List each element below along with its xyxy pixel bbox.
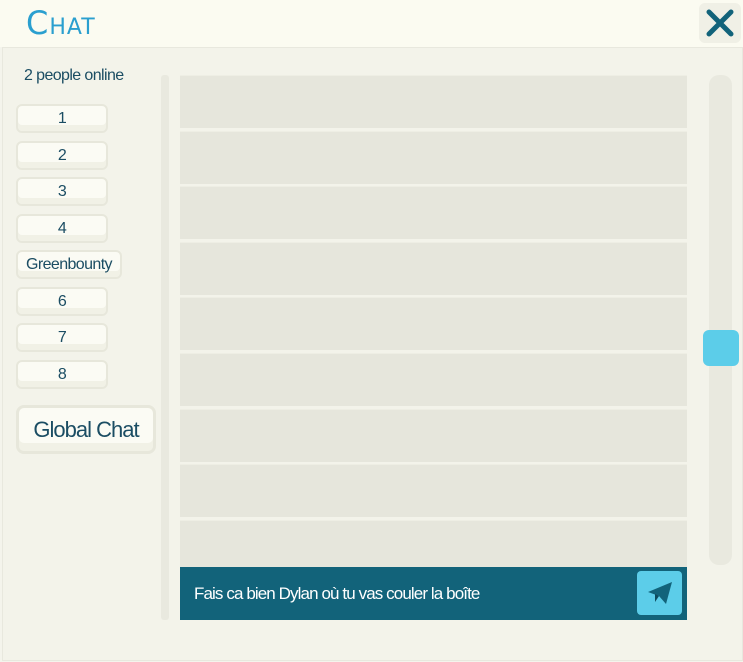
room-button-4[interactable]: 4 [16,214,108,243]
paper-plane-icon [647,582,672,604]
close-icon [706,9,734,37]
room-button-7[interactable]: 7 [16,323,108,352]
online-count: 2 people online [24,67,124,84]
room-button-8[interactable]: 8 [16,360,108,389]
room-button-2[interactable]: 2 [16,141,108,170]
message-list [180,75,687,573]
message-row [180,408,687,462]
room-button-3[interactable]: 3 [16,177,108,206]
message-row [180,241,687,295]
message-row [180,130,687,184]
scrollbar-thumb[interactable] [703,330,739,366]
close-button[interactable] [699,3,741,43]
room-button-6[interactable]: 6 [16,287,108,316]
message-row [180,464,687,518]
message-row [180,297,687,351]
global-chat-button[interactable]: Global Chat [16,405,156,454]
message-row [180,75,687,128]
message-input[interactable] [194,567,624,620]
room-button-greenbounty[interactable]: Greenbounty [16,250,122,279]
sidebar-divider [161,75,169,620]
scrollbar-track[interactable] [709,75,732,565]
header-bar: Chat [0,0,743,47]
window-title: Chat [26,4,96,42]
message-row [180,186,687,240]
message-row [180,352,687,406]
room-button-1[interactable]: 1 [16,104,108,133]
send-button[interactable] [637,571,682,615]
message-row [180,519,687,573]
